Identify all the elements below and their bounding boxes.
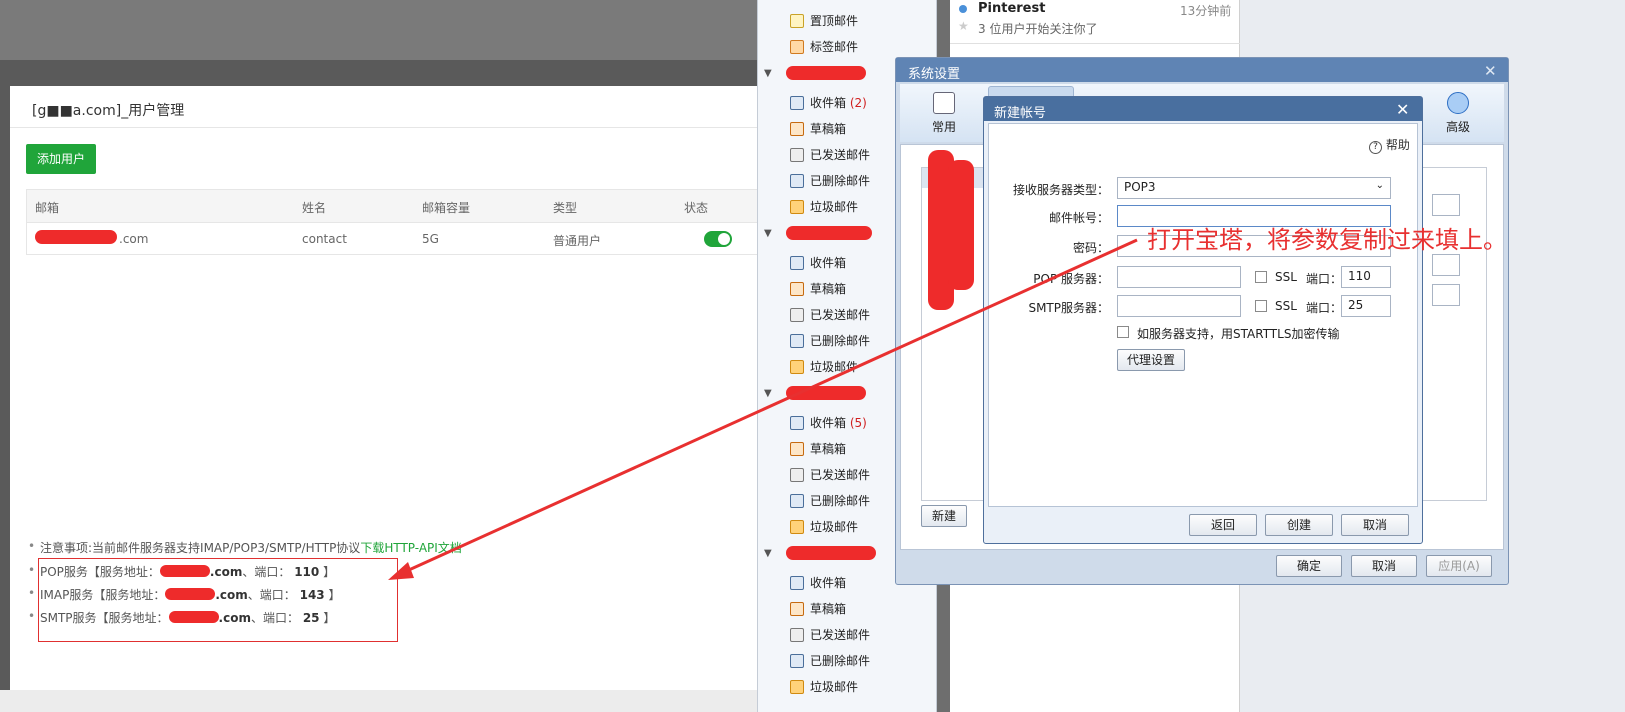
annotation-arrow [388, 238, 1138, 580]
annotation-text: 打开宝塔，将参数复制过来填上。 [1147, 226, 1507, 254]
